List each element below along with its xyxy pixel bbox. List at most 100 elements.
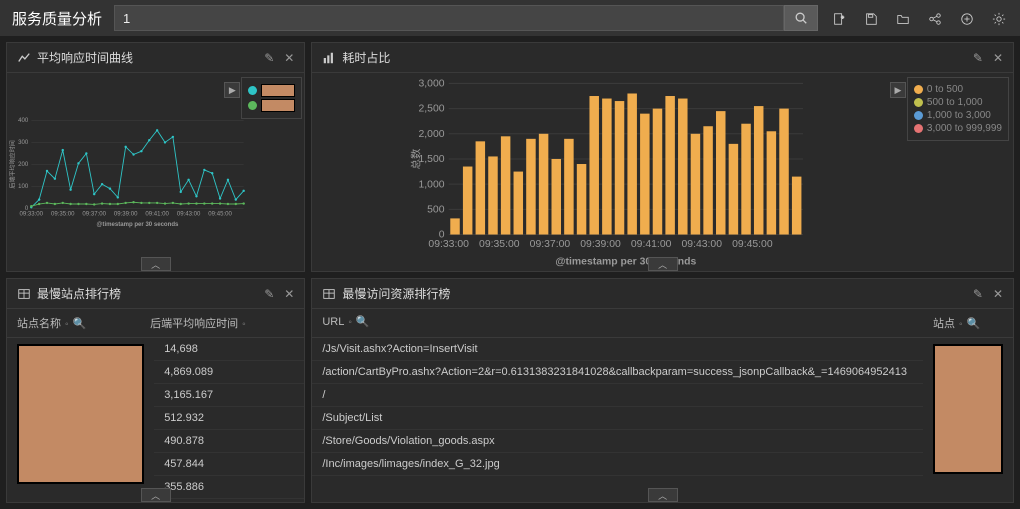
panel-header: 耗时占比 ✎ ✕ <box>312 43 1013 73</box>
panel-body: 05001,0001,5002,0002,5003,00009:33:0009:… <box>312 73 1013 271</box>
table-row[interactable]: /Js/Visit.ashx?Action=InsertVisit <box>312 338 923 361</box>
page-title: 服务质量分析 <box>8 8 106 29</box>
legend-dot <box>248 101 257 110</box>
panel-slow-sites: 最慢站点排行榜 ✎✕ 站点名称◦🔍 后端平均响应时间◦ 14,6984,869.… <box>6 278 305 503</box>
sort-icon: ◦ <box>242 319 246 330</box>
cell: /Inc/images/limages/index_G_32.jpg <box>322 458 913 470</box>
chevron-up-icon[interactable]: ︿ <box>141 257 171 271</box>
legend-dot <box>914 111 923 120</box>
table-row[interactable]: 226.3 <box>154 499 304 502</box>
add-icon[interactable] <box>960 10 974 26</box>
svg-text:09:41:00: 09:41:00 <box>145 212 169 218</box>
svg-text:09:37:00: 09:37:00 <box>82 212 106 218</box>
legend-dot <box>914 124 923 133</box>
legend-dot <box>248 86 257 95</box>
panel-time-ratio: 耗时占比 ✎✕ 05001,0001,5002,0002,5003,00009:… <box>311 42 1014 272</box>
panel-header: 最慢访问资源排行榜 ✎ ✕ <box>312 279 1013 309</box>
cell: 512.932 <box>164 412 204 424</box>
col-header[interactable]: 站点◦🔍 <box>933 315 1003 331</box>
close-icon[interactable]: ✕ <box>284 287 294 301</box>
panel-slow-urls: 最慢访问资源排行榜 ✎✕ URL◦🔍 站点◦🔍 /Js/Visit.ashx?A… <box>311 278 1014 503</box>
svg-text:09:41:00: 09:41:00 <box>631 239 672 250</box>
svg-text:@timestamp per 30 seconds: @timestamp per 30 seconds <box>97 222 179 228</box>
open-icon[interactable] <box>896 10 910 26</box>
filter-icon[interactable]: 🔍 <box>356 316 370 328</box>
filter-icon[interactable]: 🔍 <box>73 318 87 330</box>
table-row[interactable]: /Store/Goods/Violation_goods.aspx <box>312 430 923 453</box>
close-icon[interactable]: ✕ <box>284 51 294 65</box>
table-row[interactable]: 512.932 <box>154 407 304 430</box>
table-row[interactable]: 3,165.167 <box>154 384 304 407</box>
close-icon[interactable]: ✕ <box>993 287 1003 301</box>
legend-toggle-icon[interactable]: ▶ <box>224 82 240 98</box>
panel-title: 耗时占比 <box>342 49 973 66</box>
search-input[interactable] <box>114 5 784 31</box>
table-header-row: 站点名称◦🔍 后端平均响应时间◦ <box>7 309 304 338</box>
line-chart-icon <box>17 51 31 65</box>
edit-icon[interactable]: ✎ <box>264 287 274 301</box>
legend-dot <box>914 98 923 107</box>
col-header[interactable]: 站点名称◦🔍 <box>17 315 150 331</box>
table-row[interactable]: 457.844 <box>154 453 304 476</box>
table-row[interactable]: 355.886 <box>154 476 304 499</box>
cell: /Js/Visit.ashx?Action=InsertVisit <box>322 343 913 355</box>
table-row[interactable]: 4,869.089 <box>154 361 304 384</box>
col-header[interactable]: URL◦🔍 <box>322 315 933 331</box>
svg-text:300: 300 <box>18 140 29 146</box>
topbar: 服务质量分析 <box>0 0 1020 36</box>
cell: 457.844 <box>164 458 204 470</box>
svg-text:2,000: 2,000 <box>419 129 445 140</box>
cell: /action/CartByPro.ashx?Action=2&r=0.6131… <box>322 366 913 378</box>
search-icon <box>794 11 808 25</box>
legend-label-redacted: xxxx <box>261 84 295 97</box>
chevron-up-icon[interactable]: ︿ <box>648 257 678 271</box>
save-icon[interactable] <box>864 10 878 26</box>
cell: 490.878 <box>164 435 204 447</box>
toolbar-icons <box>826 10 1012 26</box>
dashboard-grid: 平均响应时间曲线 ✎✕ 010020030040009:33:0009:35:0… <box>0 36 1020 509</box>
table-row[interactable]: /action/CartByPro.ashx?Action=2&r=0.6131… <box>312 361 923 384</box>
svg-text:500: 500 <box>428 204 446 215</box>
svg-text:400: 400 <box>18 118 29 124</box>
close-icon[interactable]: ✕ <box>993 51 1003 65</box>
svg-text:09:39:00: 09:39:00 <box>581 239 622 250</box>
svg-text:09:35:00: 09:35:00 <box>479 239 520 250</box>
chart-legend[interactable]: ▶ 0 to 500 500 to 1,000 1,000 to 3,000 3… <box>907 77 1009 141</box>
sort-icon: ◦ <box>348 317 352 328</box>
legend-label-redacted: xxxx <box>261 99 295 112</box>
svg-text:1,000: 1,000 <box>419 179 445 190</box>
filter-icon[interactable]: 🔍 <box>967 318 981 330</box>
svg-text:总数: 总数 <box>410 148 423 169</box>
panel-body: 010020030040009:33:0009:35:0009:37:0009:… <box>7 73 304 271</box>
redacted-block <box>933 344 1003 474</box>
cell: 3,165.167 <box>164 389 213 401</box>
gear-icon[interactable] <box>992 10 1006 26</box>
table-icon <box>322 287 336 301</box>
table-body: /Js/Visit.ashx?Action=InsertVisit/action… <box>312 338 1013 480</box>
legend-toggle-icon[interactable]: ▶ <box>890 82 906 98</box>
new-icon[interactable] <box>832 10 846 26</box>
svg-text:后端平均响应时间: 后端平均响应时间 <box>8 140 16 188</box>
sort-icon: ◦ <box>959 319 963 330</box>
panel-title: 最慢站点排行榜 <box>37 285 264 302</box>
panel-title: 最慢访问资源排行榜 <box>342 285 973 302</box>
legend-label: 1,000 to 3,000 <box>927 110 991 121</box>
col-header[interactable]: 后端平均响应时间◦ <box>150 315 294 331</box>
svg-text:09:33:00: 09:33:00 <box>429 239 470 250</box>
edit-icon[interactable]: ✎ <box>973 287 983 301</box>
table-row[interactable]: 490.878 <box>154 430 304 453</box>
sort-icon: ◦ <box>65 319 69 330</box>
table-row[interactable]: /Inc/images/limages/index_G_32.jpg <box>312 453 923 476</box>
chart-legend[interactable]: ▶ xxxx xxxx <box>241 77 302 119</box>
edit-icon[interactable]: ✎ <box>264 51 274 65</box>
search-button[interactable] <box>784 5 818 31</box>
svg-text:100: 100 <box>18 184 29 190</box>
table-row[interactable]: /Subject/List <box>312 407 923 430</box>
share-icon[interactable] <box>928 10 942 26</box>
panel-body: 站点名称◦🔍 后端平均响应时间◦ 14,6984,869.0893,165.16… <box>7 309 304 502</box>
edit-icon[interactable]: ✎ <box>973 51 983 65</box>
table-row[interactable]: 14,698 <box>154 338 304 361</box>
svg-text:09:35:00: 09:35:00 <box>51 212 75 218</box>
table-row[interactable]: / <box>312 384 923 407</box>
table-icon <box>17 287 31 301</box>
